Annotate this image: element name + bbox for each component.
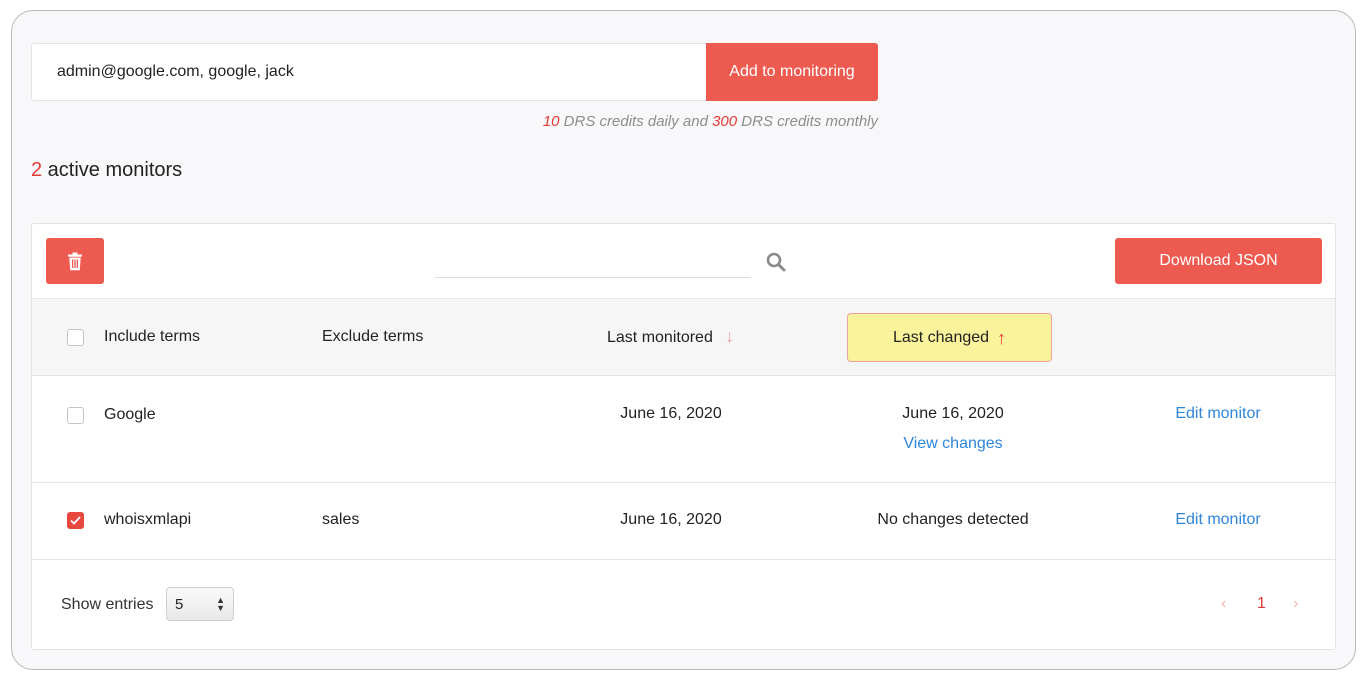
active-monitors-label: active monitors: [42, 159, 183, 181]
view-changes-link[interactable]: View changes: [903, 435, 1002, 453]
sort-up-arrow-icon: ↑: [997, 327, 1007, 348]
monthly-credits-count: 300: [712, 113, 738, 130]
daily-credits-count: 10: [542, 113, 560, 130]
active-monitors-heading: 2 active monitors: [31, 159, 182, 182]
header-last-changed-label: Last changed: [892, 328, 990, 346]
header-last-changed[interactable]: Last changed ↑: [847, 313, 1052, 362]
row-checkbox[interactable]: [67, 407, 84, 424]
exclude-terms-cell: sales: [322, 511, 360, 528]
show-entries-label: Show entries: [61, 596, 154, 613]
next-page-button[interactable]: ›: [1293, 595, 1298, 613]
include-terms-cell: whoisxmlapi: [104, 511, 192, 528]
add-to-monitoring-button[interactable]: Add to monitoring: [706, 43, 878, 101]
last-changed-cell: No changes detected: [877, 511, 1029, 528]
monitor-terms-input[interactable]: [31, 43, 707, 101]
row-checkbox[interactable]: [67, 512, 84, 529]
entries-per-page-select[interactable]: 5 ▲ ▼: [166, 587, 234, 621]
header-exclude-terms[interactable]: Exclude terms: [322, 328, 423, 346]
page-1-button[interactable]: 1: [1257, 595, 1266, 613]
last-monitored-cell: June 16, 2020: [620, 405, 722, 422]
previous-page-button[interactable]: ‹: [1221, 595, 1226, 613]
credits-info: 10 DRS credits daily and 300 DRS credits…: [543, 113, 878, 130]
edit-monitor-link[interactable]: Edit monitor: [1175, 511, 1260, 529]
select-arrows-icon: ▲ ▼: [216, 595, 225, 613]
header-last-monitored-label: Last monitored: [607, 329, 713, 346]
active-monitors-count: 2: [31, 159, 43, 181]
daily-credits-text: DRS credits daily and: [559, 113, 713, 130]
search-input[interactable]: [435, 246, 751, 278]
table-row: whoisxmlapi sales June 16, 2020 No chang…: [32, 483, 1335, 560]
last-monitored-cell: June 16, 2020: [620, 511, 722, 528]
select-all-checkbox[interactable]: [67, 329, 84, 346]
entries-value: 5: [175, 595, 184, 613]
delete-selected-button[interactable]: [46, 238, 104, 284]
sort-down-arrow-icon: ↓: [725, 326, 735, 346]
checkmark-icon: [70, 516, 81, 525]
table-row: Google June 16, 2020 June 16, 2020 View …: [32, 376, 1335, 483]
edit-monitor-link[interactable]: Edit monitor: [1175, 405, 1260, 423]
monitors-table: Download JSON Include terms Exclude term…: [31, 223, 1336, 650]
header-last-monitored[interactable]: Last monitored ↓: [607, 327, 734, 347]
monthly-credits-text: DRS credits monthly: [737, 113, 878, 130]
last-changed-cell: June 16, 2020: [902, 405, 1004, 422]
table-header: Include terms Exclude terms Last monitor…: [32, 298, 1335, 376]
add-monitor-form: Add to monitoring: [31, 43, 878, 101]
download-json-button[interactable]: Download JSON: [1115, 238, 1322, 284]
include-terms-cell: Google: [104, 406, 156, 423]
header-include-terms[interactable]: Include terms: [104, 328, 200, 346]
search-icon[interactable]: [765, 251, 787, 273]
trash-icon: [68, 252, 82, 270]
